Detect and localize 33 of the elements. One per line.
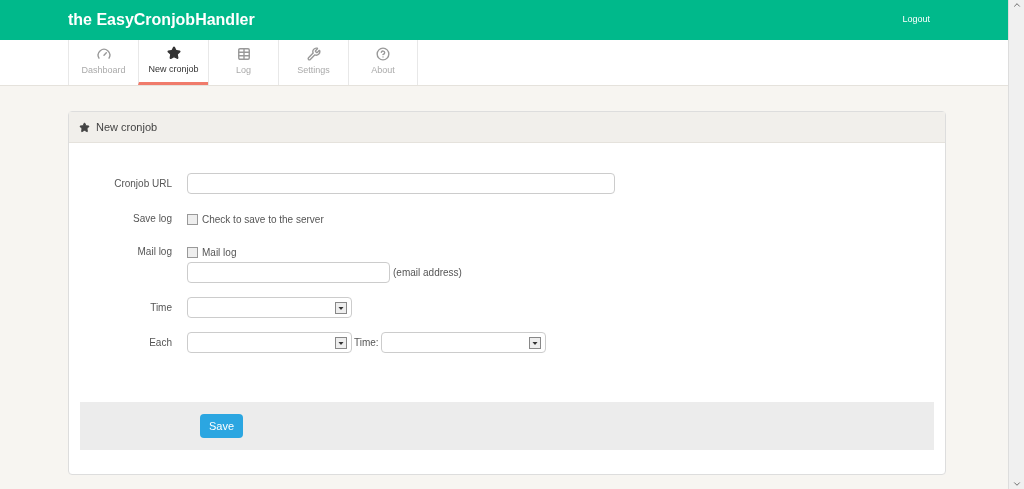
nav-tab[interactable]: Dashboard — [68, 40, 138, 85]
panel-title: New cronjob — [96, 119, 158, 135]
help-icon — [376, 47, 390, 62]
field-label: Time — [149, 301, 173, 315]
field-label: Save log — [132, 212, 173, 226]
nav-tab[interactable]: Settings — [278, 40, 348, 85]
save-button[interactable]: Save — [200, 413, 244, 439]
checkbox[interactable] — [187, 214, 198, 225]
field-label: Time: — [354, 336, 379, 350]
table-icon — [236, 47, 251, 62]
time-select[interactable] — [380, 332, 546, 353]
field-label: Mail log — [136, 245, 173, 259]
star-icon — [79, 121, 90, 133]
logout-link[interactable]: Logout — [902, 13, 930, 27]
nav-tab[interactable]: Log — [208, 40, 278, 85]
wrench-icon — [306, 47, 321, 62]
scroll-down-icon[interactable] — [1011, 479, 1022, 489]
app-title: the EasyCronjobHandler — [68, 10, 255, 30]
star-icon — [166, 45, 181, 60]
checkbox[interactable] — [187, 247, 198, 258]
url-field[interactable] — [187, 173, 615, 194]
checkbox-label: Check to save to the server — [202, 213, 324, 227]
gauge-icon — [96, 47, 111, 62]
email-field[interactable] — [187, 262, 390, 283]
scroll-up-icon[interactable] — [1011, 0, 1022, 10]
field-label: Cronjob URL — [113, 177, 173, 191]
checkbox-label: Mail log — [202, 246, 237, 260]
field-hint: (email address) — [393, 266, 462, 280]
field-label: Each — [148, 336, 173, 350]
time-select[interactable] — [187, 297, 352, 318]
interval-select[interactable] — [187, 332, 352, 353]
nav-tab[interactable]: New cronjob — [138, 40, 208, 85]
nav-tab[interactable]: About — [348, 40, 418, 85]
